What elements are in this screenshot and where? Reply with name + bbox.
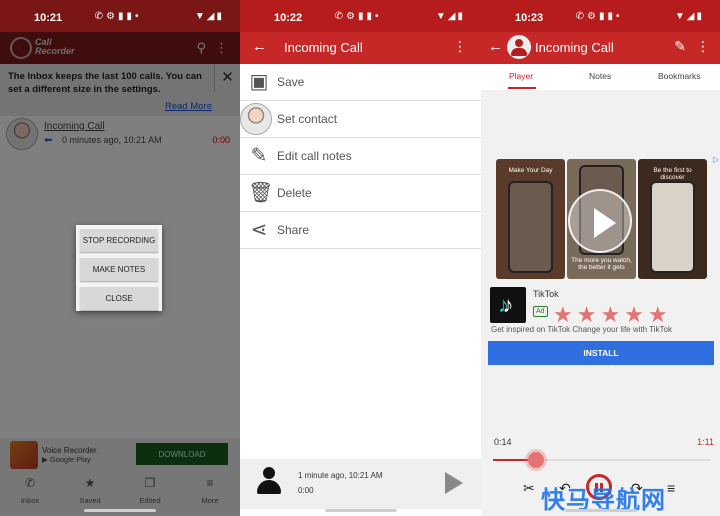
person-icon	[256, 467, 282, 497]
app-bar: ← Incoming Call ✎ ⋮	[481, 32, 720, 64]
share-icon: ⋖	[250, 219, 268, 241]
floppy-disk-icon: ▣	[249, 71, 269, 93]
app-bar: ← Incoming Call ⋮	[240, 32, 481, 64]
seek-thumb[interactable]	[528, 452, 544, 468]
tab-indicator	[508, 87, 536, 89]
ad-choices-icon[interactable]: ▷	[713, 155, 719, 164]
menu-item-save[interactable]: ▣ Save	[240, 64, 481, 101]
status-bar: 10:21 ✆⚙▮▮• ▼◢▮	[0, 0, 240, 32]
install-button[interactable]: INSTALL	[488, 341, 714, 365]
contact-avatar-icon	[507, 35, 531, 59]
mini-player: 1 minute ago, 10:21 AM 0:00	[240, 459, 481, 509]
close-button[interactable]: CLOSE	[80, 287, 158, 310]
screen-player: 10:23 ✆⚙▮▮• ▼◢▮ ← Incoming Call ✎ ⋮ Play…	[481, 0, 720, 516]
stop-recording-button[interactable]: STOP RECORDING	[80, 229, 158, 252]
screen-call-menu: 10:22 ✆⚙▮▮• ▼◢▮ ← Incoming Call ⋮ ▣ Save…	[240, 0, 481, 516]
tab-bar: Player Notes Bookmarks	[481, 64, 720, 90]
ad-badge: Ad	[533, 306, 548, 317]
status-bar: 10:23 ✆⚙▮▮• ▼◢▮	[481, 0, 720, 32]
speed-icon[interactable]: ≡	[667, 480, 675, 496]
pencil-icon[interactable]: ✎	[674, 38, 686, 55]
screen-inbox: 10:21 ✆⚙▮▮• ▼◢▮ Call Recorder ⚲ ⋮ The In…	[0, 0, 240, 516]
tiktok-ad[interactable]: ▷ Make Your Day The more you watch, the …	[481, 152, 720, 365]
overflow-menu-icon[interactable]: ⋮	[696, 38, 710, 55]
signal-battery-icon: ▼◢▮	[674, 11, 704, 22]
scissors-icon[interactable]: ✂	[523, 480, 535, 497]
menu-item-delete[interactable]: 🗑 Delete	[240, 175, 481, 212]
tab-notes[interactable]: Notes	[589, 71, 611, 81]
gesture-handle	[324, 509, 397, 512]
page-title: Incoming Call	[535, 40, 614, 55]
make-notes-button[interactable]: MAKE NOTES	[80, 258, 158, 281]
menu-item-set-contact[interactable]: Set contact	[240, 101, 481, 138]
back-arrow-icon[interactable]: ←	[252, 38, 267, 55]
elapsed-time: 0:14	[494, 437, 512, 447]
status-time: 10:22	[274, 12, 303, 24]
status-notification-icons: ✆⚙▮▮•	[541, 11, 623, 22]
gesture-handle	[564, 509, 637, 512]
gesture-handle	[84, 509, 156, 512]
ad-screenshot: Be the first to discover	[638, 159, 707, 279]
tiktok-logo-icon: ♪	[490, 287, 526, 323]
signal-battery-icon: ▼◢▮	[194, 11, 224, 22]
contact-avatar	[240, 103, 272, 135]
recording-duration: 0:00	[298, 486, 314, 495]
call-action-dialog: STOP RECORDING MAKE NOTES CLOSE	[76, 225, 162, 311]
trash-icon: 🗑	[248, 182, 274, 204]
recording-timestamp: 1 minute ago, 10:21 AM	[298, 471, 383, 480]
tab-bookmarks[interactable]: Bookmarks	[658, 71, 701, 81]
pencil-icon: ✎	[250, 145, 268, 167]
play-icon[interactable]	[445, 472, 463, 494]
page-title: Incoming Call	[284, 40, 363, 55]
menu-item-share[interactable]: ⋖ Share	[240, 212, 481, 249]
tab-player[interactable]: Player	[509, 71, 533, 81]
back-arrow-icon[interactable]: ←	[488, 38, 503, 55]
ad-screenshot: Make Your Day	[496, 159, 565, 279]
ad-app-name: TikTok	[533, 289, 559, 299]
overflow-menu-icon[interactable]: ⋮	[453, 38, 467, 55]
status-time: 10:21	[34, 12, 63, 24]
status-notification-icons: ✆⚙▮▮•	[300, 11, 382, 22]
menu-item-edit-notes[interactable]: ✎ Edit call notes	[240, 138, 481, 175]
status-time: 10:23	[515, 12, 544, 24]
total-time: 1:11	[697, 437, 714, 447]
status-bar: 10:22 ✆⚙▮▮• ▼◢▮	[240, 0, 481, 32]
status-notification-icons: ✆⚙▮▮•	[60, 11, 142, 22]
video-play-icon[interactable]	[568, 189, 632, 253]
ad-description: Get inspired on TikTok Change your life …	[491, 325, 672, 334]
signal-battery-icon: ▼◢▮	[435, 11, 465, 22]
